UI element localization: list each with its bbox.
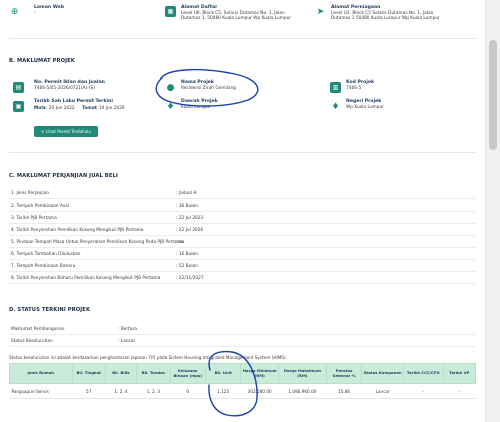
perjanjian-row: 7. Tempoh Pembinaan Baharu: 52 Bulan (11, 264, 198, 269)
perjanjian-row: 1. Jenis Perjanjian: Jadual H (11, 191, 197, 196)
alamat-perniagaan-line2: Dutamas 1 50480 Kuala Lumpur Wp Kuala Lu… (331, 16, 440, 21)
table-header-row: Jenis Rumah Bil. Tingkat Bil. Bilik Bil.… (9, 363, 477, 384)
keseluruhan-row: Status Keseluruhan: Lancar (11, 339, 136, 344)
alamat-daftar-line2: Dutamas 1, 50480 Kuala Lumpur Wp Kuala L… (181, 16, 292, 21)
tarikh-label: Tarikh Sah Laku Permit Terkini (34, 99, 113, 104)
perjanjian-row: 6. Tempoh Tambahan Diluluskan: 16 Bulan (11, 252, 198, 257)
header-tarikh-ccc: Tarikh CCC/CFO (403, 363, 444, 384)
cell-status-komponen: Lancar (361, 383, 404, 399)
perjanjian-row: 5. Pindaan Tempoh Masa Untuk Penyerahan … (11, 240, 185, 245)
perjanjian-row: 3. Tarikh PJB Pertama: 22 Jul 2023 (11, 216, 204, 221)
alamat-daftar-label: Alamat Daftar (181, 5, 218, 10)
header-harga-min: Harga Minimum (RM) (240, 363, 279, 384)
header-tarikh-vp: Tarikh VP (442, 363, 477, 384)
cell-harga-max: 1,080,960.00 (278, 383, 327, 399)
cell-bil-tingkat: 57 (72, 383, 106, 399)
cell-bil-bilik: 1, 2, 4 (105, 383, 137, 399)
navigation-icon: ➤ (316, 6, 325, 17)
daerah-value: Kuala Lumpur (181, 105, 211, 110)
lihat-permit-label: Lihat Permit Terdahulu (46, 129, 91, 134)
building-icon: ▦ (165, 6, 176, 17)
cell-bil-unit: 1,125 (205, 383, 241, 399)
status-table: Jenis Rumah Bil. Tingkat Bil. Bilik Bil.… (9, 363, 477, 399)
tamat-value: : 19 Jun 2026 (96, 106, 125, 111)
header-bil-tingkat: Bil. Tingkat (71, 363, 106, 384)
scrollbar[interactable] (486, 0, 500, 422)
cell-keluasan: 0 (170, 383, 206, 399)
negeri-value: Wp Kuala Lumpur (346, 105, 384, 110)
header-jenis-rumah: Jenis Rumah (9, 363, 73, 384)
header-keluasan: Keluasan Binaan (mps) (169, 363, 206, 384)
laman-web-value: - (34, 11, 36, 16)
laman-web-label: Laman Web (34, 5, 65, 10)
header-bil-bilik: Bil. Bilik (104, 363, 138, 384)
header-harga-max: Harga Maksimum (RM) (277, 363, 327, 384)
lihat-permit-button[interactable]: ⚲ Lihat Permit Terdahulu (34, 126, 98, 137)
mula-value: : 20 Jun 2022 (46, 106, 75, 111)
header-status-komponen: Status Komponen (361, 363, 404, 384)
section-title-projek: B. MAKLUMAT PROJEK (9, 58, 75, 64)
daerah-label: Daerah Projek (181, 99, 218, 104)
permit-icon: ▤ (13, 82, 24, 93)
section-title-status: D. STATUS TERKINI PROJEK (9, 307, 91, 313)
header-bil-unit: Bil. Unit (204, 363, 242, 384)
cell-tarikh-vp: - (443, 383, 476, 399)
kod-projek-value: 7466-5 (346, 86, 362, 91)
perjanjian-row: 8. Tarikh Penyerahan Baharu Pemilikan Ko… (11, 276, 204, 281)
cell-jenis-rumah: Pangsapuri Servis (9, 383, 73, 399)
code-icon: ▥ (330, 82, 341, 93)
tamat-label: Tamat (82, 106, 97, 111)
alamat-perniagaan-label: Alamat Perniagaan (331, 5, 381, 10)
location-pin-icon: ♦ (166, 101, 175, 112)
no-permit-label: No. Permit Iklan dan Jualan (34, 80, 105, 85)
table-row: Pangsapuri Servis 57 1, 2, 4 1, 2, 3 0 1… (9, 383, 476, 399)
search-icon: ⚲ (41, 129, 45, 134)
perjanjian-row: 2. Tempoh Pembinaan Asal: 36 Bulan (11, 204, 198, 209)
cell-tarikh-ccc: - (403, 383, 444, 399)
globe-icon: ⊕ (10, 6, 19, 17)
kod-projek-label: Kod Projek (346, 80, 375, 85)
page-content: ⊕ Laman Web - ▦ Alamat Daftar Level U6, … (0, 0, 486, 422)
header-bil-tandas: Bil. Tandas (136, 363, 171, 384)
location-pin-icon: ♦ (331, 101, 340, 112)
cell-peratus: 15.86 (326, 383, 362, 399)
building-circle-icon: ● (166, 82, 175, 93)
cell-harga-min: 302,580.00 (240, 383, 279, 399)
divider (9, 152, 476, 153)
section-title-perjanjian: C. MAKLUMAT PERJANJIAN JUAL BELI (9, 173, 118, 179)
header-peratus: Peratus Sebenar % (325, 363, 363, 384)
pembangunan-row: Maklumat Pembangunan: Berfasa (11, 327, 138, 332)
negeri-label: Negeri Projek (346, 99, 382, 104)
mula-label: Mula (34, 106, 46, 111)
nama-projek-label: Nama Projek (181, 80, 214, 85)
no-permit-value: 7466-5/05-2026/0721(A)-(S) (34, 86, 95, 91)
nama-projek-value: Residensi Zirah Gemilang (181, 86, 237, 91)
calendar-icon: ▣ (13, 101, 24, 112)
scrollbar-thumb[interactable] (489, 40, 497, 150)
perjanjian-row: 4. Tarikh Penyerahan Pemilikan Kosong Me… (11, 228, 204, 233)
cell-bil-tandas: 1, 2, 3 (136, 383, 171, 399)
status-note: Status keseluruhan ini adalah berdasarka… (9, 355, 287, 360)
divider (9, 38, 476, 39)
